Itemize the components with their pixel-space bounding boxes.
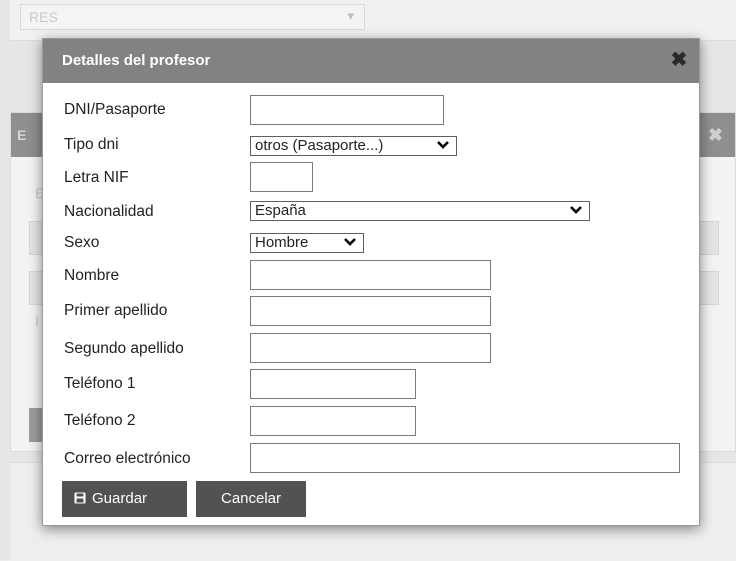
cancel-button[interactable]: Cancelar: [196, 481, 306, 517]
chevron-down-icon: [344, 238, 356, 246]
correo-input[interactable]: [250, 443, 680, 473]
save-button[interactable]: Guardar: [62, 481, 187, 517]
dialog-header: Detalles del profesor ✖: [43, 39, 699, 83]
chevron-down-icon: ▾: [347, 8, 354, 23]
telefono1-input[interactable]: [250, 369, 416, 399]
telefono2-input[interactable]: [250, 406, 416, 436]
tipo-dni-select[interactable]: otros (Pasaporte...): [250, 136, 457, 156]
telefono2-label: Teléfono 2: [64, 412, 136, 429]
correo-label: Correo electrónico: [64, 450, 191, 467]
sexo-label: Sexo: [64, 234, 100, 251]
background-panel-text: I: [35, 313, 39, 329]
letra-nif-input[interactable]: [250, 162, 313, 192]
nombre-input[interactable]: [250, 260, 491, 290]
tipo-dni-label: Tipo dni: [64, 136, 119, 153]
tipo-dni-value: otros (Pasaporte...): [255, 137, 384, 154]
cancel-button-label: Cancelar: [220, 490, 282, 507]
background-panel-title: E: [17, 127, 27, 143]
sexo-select[interactable]: Hombre: [250, 233, 364, 253]
nacionalidad-value: España: [255, 202, 306, 219]
nacionalidad-label: Nacionalidad: [64, 203, 154, 220]
nombre-label: Nombre: [64, 267, 120, 284]
segundo-apellido-label: Segundo apellido: [64, 340, 184, 357]
close-icon: ✖: [707, 125, 723, 145]
letra-nif-label: Letra NIF: [64, 169, 129, 186]
background-select: RES ▾: [20, 4, 365, 30]
chevron-down-icon: [437, 141, 449, 149]
chevron-down-icon: [570, 206, 582, 214]
dni-label: DNI/Pasaporte: [64, 101, 166, 118]
profesor-dialog: Detalles del profesor ✖ DNI/Pasaporte Ti…: [42, 38, 700, 526]
close-icon[interactable]: ✖: [669, 50, 689, 70]
primer-apellido-label: Primer apellido: [64, 302, 168, 319]
dialog-title: Detalles del profesor: [62, 52, 211, 69]
background-select-text: RES: [29, 9, 58, 25]
segundo-apellido-input[interactable]: [250, 333, 491, 363]
dni-input[interactable]: [250, 95, 444, 125]
telefono1-label: Teléfono 1: [64, 375, 136, 392]
nacionalidad-select[interactable]: España: [250, 201, 590, 221]
save-button-label: Guardar: [92, 490, 148, 507]
primer-apellido-input[interactable]: [250, 296, 491, 326]
floppy-disk-icon: [74, 492, 86, 504]
sexo-value: Hombre: [255, 234, 309, 251]
background-toolbar: RES ▾: [10, 0, 736, 41]
